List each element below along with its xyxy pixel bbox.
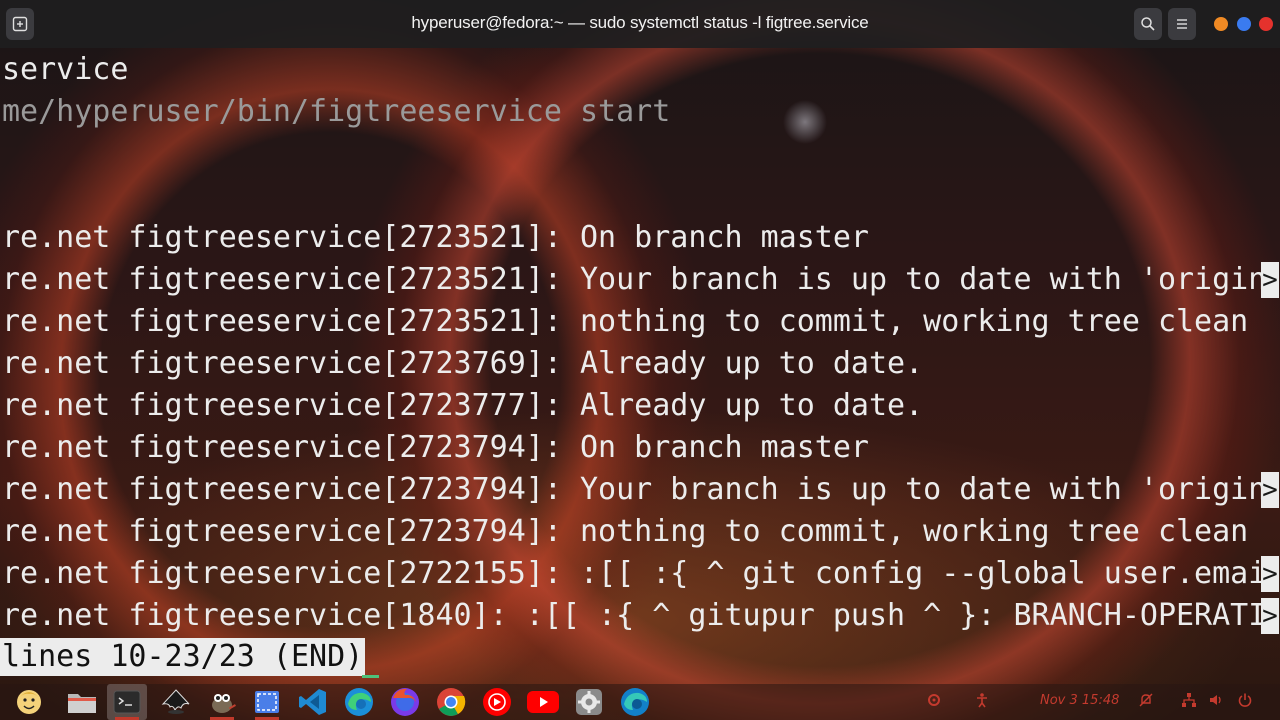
vscode-icon[interactable]: [293, 684, 333, 720]
minimize-button[interactable]: [1214, 17, 1228, 31]
search-icon: [1141, 17, 1155, 31]
remote-access-icon[interactable]: [926, 692, 942, 711]
power-icon[interactable]: [1237, 692, 1253, 711]
terminal-line: re.net figtreeservice[2723521]: On branc…: [2, 220, 869, 255]
edge-icon[interactable]: [339, 684, 379, 720]
pager-status-line: lines 10-23/23 (END): [0, 638, 366, 676]
truncation-marker: >: [1261, 472, 1279, 508]
terminal-line: re.net figtreeservice[2723777]: Already …: [2, 388, 924, 423]
terminal-line: re.net figtreeservice[2722155]: :[[ :{ ^…: [2, 556, 1267, 591]
youtube-music-icon[interactable]: [477, 684, 517, 720]
network-icon[interactable]: [1181, 692, 1197, 711]
edge-dev-icon[interactable]: [615, 684, 655, 720]
terminal-line: re.net figtreeservice[2723769]: Already …: [2, 346, 924, 381]
gimp-icon[interactable]: [202, 684, 242, 720]
terminal-cursor: [362, 675, 379, 678]
youtube-icon[interactable]: [523, 684, 563, 720]
notifications-off-icon[interactable]: [1138, 692, 1154, 711]
terminal-line: re.net figtreeservice[2723521]: nothing …: [2, 304, 1249, 339]
volume-icon[interactable]: [1208, 692, 1224, 711]
screenshot-tool-icon[interactable]: [247, 684, 287, 720]
terminal-line: re.net figtreeservice[2723521]: Your bra…: [2, 262, 1267, 297]
terminal-line: re.net figtreeservice[2723794]: On branc…: [2, 430, 869, 465]
window-title: hyperuser@fedora:~ — sudo systemctl stat…: [411, 13, 869, 32]
search-button[interactable]: [1134, 8, 1162, 40]
terminal-line: me/hyperuser/bin/figtreeservice start: [2, 94, 671, 129]
truncation-marker: >: [1261, 598, 1279, 634]
hamburger-menu-icon: [1177, 19, 1187, 29]
maximize-button[interactable]: [1237, 17, 1251, 31]
clock[interactable]: Nov 3 15:48: [1040, 693, 1119, 708]
menu-button[interactable]: [1168, 8, 1196, 40]
truncation-marker: >: [1261, 262, 1279, 298]
terminal-output[interactable]: service me/hyperuser/bin/figtreeservice …: [0, 48, 1280, 684]
new-tab-button[interactable]: [6, 8, 34, 40]
fallout-vault-boy-icon[interactable]: [9, 684, 49, 720]
window-titlebar: hyperuser@fedora:~ — sudo systemctl stat…: [0, 0, 1280, 48]
truncation-marker: >: [1261, 556, 1279, 592]
chrome-icon[interactable]: [431, 684, 471, 720]
terminal-line: re.net figtreeservice[1840]: :[[ :{ ^ gi…: [2, 598, 1267, 633]
terminal-icon[interactable]: [107, 684, 147, 720]
firefox-icon[interactable]: [385, 684, 425, 720]
terminal-line: re.net figtreeservice[2723794]: Your bra…: [2, 472, 1267, 507]
inkscape-icon[interactable]: [156, 684, 196, 720]
terminal-line: service: [2, 52, 129, 87]
terminal-line: re.net figtreeservice[2723794]: nothing …: [2, 514, 1249, 549]
files-folder-icon[interactable]: [62, 684, 102, 720]
close-button[interactable]: [1259, 17, 1273, 31]
new-tab-icon: [12, 16, 28, 32]
accessibility-icon[interactable]: [974, 692, 990, 711]
settings-gear-icon[interactable]: [569, 684, 609, 720]
